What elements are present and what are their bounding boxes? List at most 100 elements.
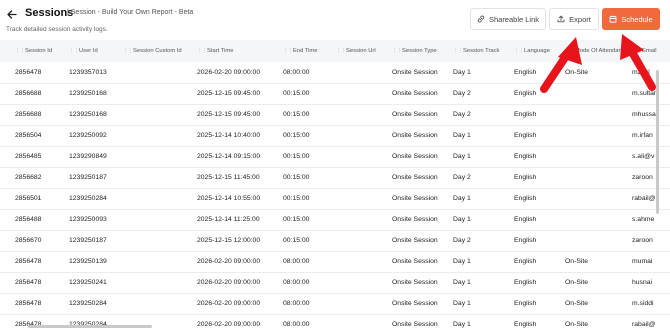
table-cell: 2025-12-14 09:15:00	[197, 153, 261, 160]
table-cell: Onsite Session	[392, 237, 438, 244]
arrow-left-icon[interactable]	[6, 8, 18, 20]
table-cell	[123, 146, 197, 167]
table-cell	[565, 209, 632, 230]
table-cell: 2025-12-14 10:40:00	[197, 132, 261, 139]
table-cell: 2025-12-14 11:25:00	[197, 216, 260, 223]
row-spacer	[0, 251, 15, 272]
table-cell: 2856501	[15, 195, 42, 202]
table-cell	[123, 209, 197, 230]
table-row[interactable]: 2856682 1239250187 2025-12-15 11:45:00 00:1…	[0, 167, 670, 188]
table-row[interactable]: 2856501 1239250284 2025-12-14 10:55:00 00:1…	[0, 188, 670, 209]
table-cell: Onsite Session	[392, 321, 438, 328]
table-row[interactable]: 2856485 1239290849 2025-12-14 09:15:00 00:1…	[0, 146, 670, 167]
shareable-link-button[interactable]: Shareable Link	[470, 8, 546, 30]
column-header-label: Session Custom Id	[133, 48, 182, 54]
table-cell: 1239250187	[69, 174, 107, 181]
drag-handle-icon[interactable]: ⋮⋮	[392, 48, 402, 54]
table-cell: On-Site	[565, 321, 589, 328]
table-cell: 2856670	[15, 237, 42, 244]
drag-handle-icon[interactable]: ⋮⋮	[69, 48, 79, 54]
table-cell: 08:00:00	[283, 68, 310, 76]
column-header[interactable]: ⋮⋮Start Time	[197, 40, 283, 62]
table-cell: 1239250168	[69, 111, 107, 118]
table-cell	[123, 104, 197, 125]
table-cell: 1239290849	[69, 153, 107, 160]
table-cell: 2026-02-20 09:00:00	[197, 258, 261, 265]
table-cell: Onsite Session	[392, 216, 438, 223]
table-cell: 1239250187	[69, 237, 107, 244]
table-cell: Day 2	[453, 90, 471, 97]
table-cell: 1239250168	[69, 90, 107, 97]
table-cell: English	[514, 237, 537, 244]
table-cell: Onsite Session	[392, 111, 438, 118]
table-cell: English	[514, 132, 537, 139]
table-cell	[336, 125, 392, 146]
drag-handle-icon[interactable]: ⋮⋮	[283, 48, 293, 54]
row-spacer	[0, 230, 15, 251]
table-row[interactable]: 2856688 1239250168 2025-12-15 09:45:00 00:1…	[0, 104, 670, 125]
table-cell: 08:00:00	[283, 321, 310, 328]
table-cell: Day 1	[453, 300, 471, 307]
table-row[interactable]: 2856478 1239250139 2026-02-20 09:00:00 08:0…	[0, 251, 670, 272]
column-header[interactable]: ⋮⋮Session Url	[336, 40, 392, 62]
table-cell: rabail@	[632, 321, 656, 328]
table-cell: 00:15:00	[283, 111, 310, 118]
table-cell: 2026-02-20 09:00:00	[197, 279, 261, 286]
table-cell	[336, 146, 392, 167]
drag-handle-icon[interactable]: ⋮⋮	[514, 48, 524, 54]
drag-handle-icon[interactable]: ⋮⋮	[123, 48, 133, 54]
annotation-arrow-export	[540, 37, 582, 93]
row-spacer	[0, 83, 15, 104]
column-header[interactable]: ⋮⋮End Time	[283, 40, 336, 62]
export-button[interactable]: Export	[549, 8, 599, 30]
table-cell: English	[514, 216, 537, 223]
table-row[interactable]: 2856488 1239250093 2025-12-14 11:25:00 00:1…	[0, 209, 670, 230]
table-cell: English	[514, 300, 537, 307]
table-cell: Onsite Session	[392, 153, 438, 160]
drag-handle-icon[interactable]: ⋮⋮	[336, 48, 346, 54]
table-cell: Onsite Session	[392, 279, 438, 286]
table-cell: 2856682	[15, 174, 42, 181]
drag-handle-icon[interactable]: ⋮⋮	[197, 48, 207, 54]
table-cell: English	[514, 111, 537, 118]
column-header-label: User Id	[79, 48, 98, 54]
row-spacer	[0, 188, 15, 209]
table-cell: English	[514, 279, 537, 286]
table-cell: Onsite Session	[392, 195, 438, 202]
table-row[interactable]: 2856478 1239250284 2026-02-20 09:00:00 08:0…	[0, 293, 670, 314]
column-header[interactable]: ⋮⋮User Id	[69, 40, 123, 62]
column-header[interactable]: ⋮⋮Session Type	[392, 40, 453, 62]
table-row[interactable]: 2856478 1239250241 2026-02-20 09:00:00 08:0…	[0, 272, 670, 293]
table-cell: 00:15:00	[283, 132, 310, 139]
table-cell: Day 1	[453, 279, 471, 286]
column-header[interactable]: ⋮⋮Session Id	[15, 40, 69, 62]
table-cell: 00:15:00	[283, 195, 310, 202]
table-cell: Day 2	[453, 111, 471, 118]
table-cell: 2025-12-14 10:55:00	[197, 195, 261, 202]
table-cell: m.siddi	[632, 300, 654, 307]
table-cell: 2856488	[15, 216, 42, 223]
column-header[interactable]: ⋮⋮Session Custom Id	[123, 40, 197, 62]
table-cell: Day 1	[453, 195, 471, 202]
row-spacer	[0, 104, 15, 125]
table-cell	[123, 125, 197, 146]
table-cell: 2856478	[15, 258, 42, 265]
horizontal-scrollbar[interactable]	[28, 325, 152, 328]
table-cell: On-Site	[565, 258, 589, 265]
calendar-icon	[609, 15, 617, 23]
table-cell: 2025-12-15 11:45:00	[197, 174, 260, 181]
table-cell	[565, 167, 632, 188]
row-spacer	[0, 167, 15, 188]
table-cell: 00:15:00	[283, 174, 310, 181]
table-cell: Day 1	[453, 216, 471, 223]
table-cell: 1239250092	[69, 132, 107, 139]
table-cell: 2026-02-20 09:00:00	[197, 321, 261, 328]
drag-handle-icon[interactable]: ⋮⋮	[453, 48, 463, 54]
table-row[interactable]: 2856504 1239250092 2025-12-14 10:40:00 00:1…	[0, 125, 670, 146]
column-header[interactable]: ⋮⋮Session Track	[453, 40, 514, 62]
drag-handle-icon[interactable]: ⋮⋮	[15, 48, 25, 54]
table-row[interactable]: 2856670 1239250187 2025-12-15 12:00:00 00:1…	[0, 230, 670, 251]
table-cell: Day 1	[453, 132, 471, 139]
table-cell: Onsite Session	[392, 90, 438, 97]
schedule-button[interactable]: Schedule	[602, 8, 660, 30]
